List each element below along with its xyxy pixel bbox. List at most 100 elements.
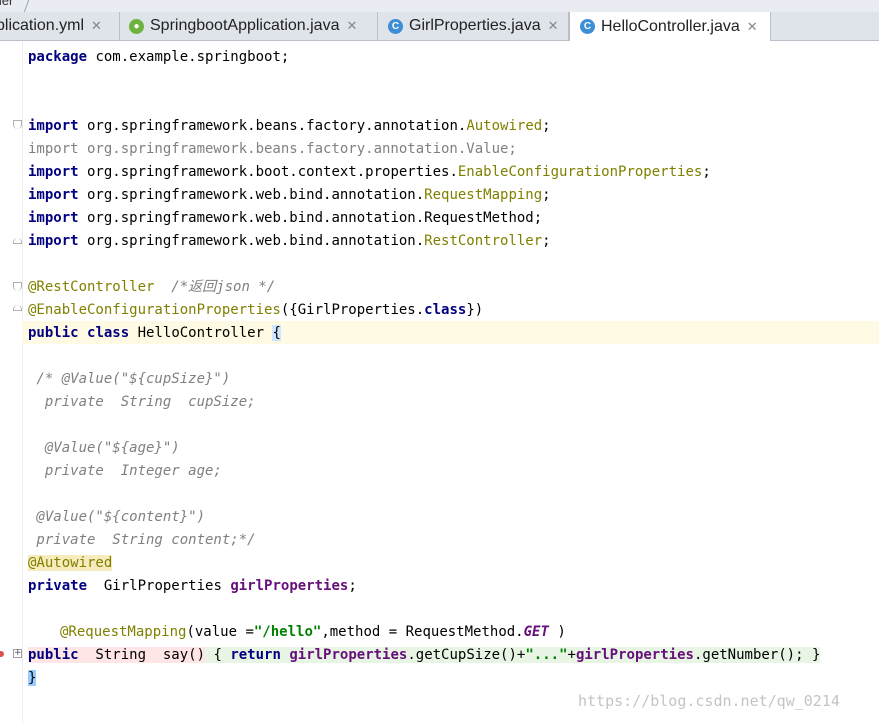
code-line-annotation[interactable]: @EnableConfigurationProperties({GirlProp…	[28, 299, 483, 322]
code-line-comment[interactable]: private Integer age;	[28, 460, 222, 483]
code-text: ;	[542, 187, 551, 203]
code-text: org.springframework.web.bind.annotation.	[78, 233, 425, 249]
code-line-import[interactable]: import org.springframework.boot.context.…	[28, 161, 711, 184]
code-text: org.springframework.web.bind.annotation.	[78, 187, 425, 203]
annotation: @Autowired	[28, 555, 113, 571]
code-line-import[interactable]: import org.springframework.web.bind.anno…	[28, 230, 551, 253]
code-line-comment[interactable]: private String content;*/	[28, 529, 256, 552]
code-text: org.springframework.web.bind.annotation.…	[78, 210, 543, 226]
code-text: ;	[348, 578, 357, 594]
code-line-close-brace[interactable]: }	[28, 667, 37, 690]
close-icon[interactable]: ✕	[747, 19, 758, 35]
fold-expand-icon[interactable]: +	[13, 649, 22, 658]
code-text: .getCupSize()+	[407, 647, 526, 663]
code-line-package[interactable]: package com.example.springboot;	[28, 46, 289, 69]
method-name: say()	[162, 647, 206, 663]
keyword: import	[28, 210, 79, 226]
code-text: {	[205, 647, 231, 663]
comment: private String cupSize;	[28, 394, 256, 410]
keyword: import	[28, 187, 79, 203]
string-literal: "..."	[525, 647, 568, 663]
comment: private String content;*/	[28, 532, 256, 548]
tab-label: HelloController.java	[601, 17, 740, 35]
comment: @Value("${content}")	[28, 509, 206, 525]
tab-hello-controller[interactable]: C HelloController.java ✕	[569, 12, 771, 41]
keyword: class	[87, 325, 130, 341]
code-line-annotation[interactable]: @RestController /*返回json */	[28, 276, 275, 299]
annotation: @EnableConfigurationProperties	[28, 302, 281, 318]
code-text: }	[811, 647, 821, 663]
class-icon: C	[580, 19, 595, 34]
code-line-comment[interactable]: /* @Value("${cupSize}")	[28, 368, 230, 391]
code-line-class-declaration[interactable]: public class HelloController {	[28, 322, 281, 345]
class-ref: RestController	[424, 233, 543, 249]
tab-application-yml[interactable]: plication.yml ✕	[0, 12, 120, 40]
code-text: ;	[542, 118, 551, 134]
static-field: GET	[523, 624, 549, 640]
class-ref: EnableConfigurationProperties	[457, 164, 703, 180]
code-text: ({GirlProperties.	[280, 302, 425, 318]
tab-label: GirlProperties.java	[409, 17, 541, 34]
class-ref: Autowired	[466, 118, 543, 134]
fold-toggle-icon[interactable]	[13, 282, 22, 291]
keyword: public	[28, 647, 79, 663]
comment: @Value("${age}")	[28, 440, 180, 456]
code-line-annotation[interactable]: @Autowired	[28, 552, 113, 575]
code-line-comment[interactable]: @Value("${content}")	[28, 506, 205, 529]
keyword: public	[28, 325, 79, 341]
keyword: return	[230, 647, 281, 663]
close-icon[interactable]: ✕	[548, 18, 559, 34]
brace-match: {	[272, 325, 281, 341]
fold-end-icon[interactable]	[13, 238, 22, 244]
field-name: girlProperties	[575, 647, 694, 663]
comment: private Integer age;	[28, 463, 222, 479]
code-text: ;	[542, 233, 551, 249]
close-icon[interactable]: ✕	[91, 18, 102, 34]
breakpoint-marker-icon[interactable]	[0, 651, 4, 657]
spring-boot-icon: ●	[129, 18, 144, 34]
annotation: @RequestMapping	[60, 624, 187, 640]
type-name: String	[78, 647, 163, 663]
tab-label: plication.yml	[0, 17, 85, 34]
class-name: HelloController	[129, 325, 273, 341]
code-line-import[interactable]: import org.springframework.web.bind.anno…	[28, 184, 551, 207]
tab-springboot-application[interactable]: ● SpringbootApplication.java ✕	[120, 12, 378, 40]
comment: /* @Value("${cupSize}")	[28, 371, 231, 387]
editor-tab-bar: plication.yml ✕ ● SpringbootApplication.…	[0, 12, 879, 41]
editor-gutter[interactable]: +	[0, 42, 23, 723]
tab-label: SpringbootApplication.java	[150, 17, 340, 34]
keyword: private	[28, 578, 88, 594]
tab-girl-properties[interactable]: C GirlProperties.java ✕	[378, 12, 569, 40]
code-text: })	[466, 302, 484, 318]
field-name: girlProperties	[280, 647, 408, 663]
type-name: GirlProperties	[87, 578, 231, 594]
string-literal: "/hello"	[253, 624, 322, 640]
code-text: +	[567, 647, 576, 663]
code-text: )	[548, 624, 566, 640]
breadcrumb-separator	[23, 0, 30, 12]
code-line-method[interactable]: public String say() { return girlPropert…	[28, 644, 821, 667]
code-text: .getNumber();	[693, 647, 812, 663]
breadcrumb-text[interactable]: ller	[0, 0, 13, 8]
code-line-import[interactable]: import org.springframework.web.bind.anno…	[28, 207, 542, 230]
class-ref: RequestMapping	[424, 187, 543, 203]
keyword: import	[28, 164, 79, 180]
code-text: org.springframework.beans.factory.annota…	[78, 118, 467, 134]
fold-end-icon[interactable]	[13, 305, 22, 311]
watermark: https://blog.csdn.net/qw_0214	[578, 692, 840, 710]
annotation: @RestController	[28, 279, 155, 295]
close-icon[interactable]: ✕	[346, 18, 357, 34]
code-line-annotation[interactable]: @RequestMapping(value ="/hello",method =…	[60, 621, 566, 644]
code-line-import-unused[interactable]: import org.springframework.beans.factory…	[28, 138, 517, 161]
fold-toggle-icon[interactable]	[13, 120, 22, 129]
code-line-field[interactable]: private GirlProperties girlProperties;	[28, 575, 357, 598]
code-line-comment[interactable]: private String cupSize;	[28, 391, 256, 414]
keyword: package	[28, 49, 88, 65]
code-text: org.springframework.boot.context.propert…	[78, 164, 458, 180]
code-text: (value =	[186, 624, 254, 640]
code-line-comment[interactable]: @Value("${age}")	[28, 437, 180, 460]
navigation-breadcrumb[interactable]: ller	[0, 0, 879, 12]
field-name: girlProperties	[230, 578, 349, 594]
comment: /*返回json */	[154, 279, 276, 295]
code-line-import[interactable]: import org.springframework.beans.factory…	[28, 115, 551, 138]
